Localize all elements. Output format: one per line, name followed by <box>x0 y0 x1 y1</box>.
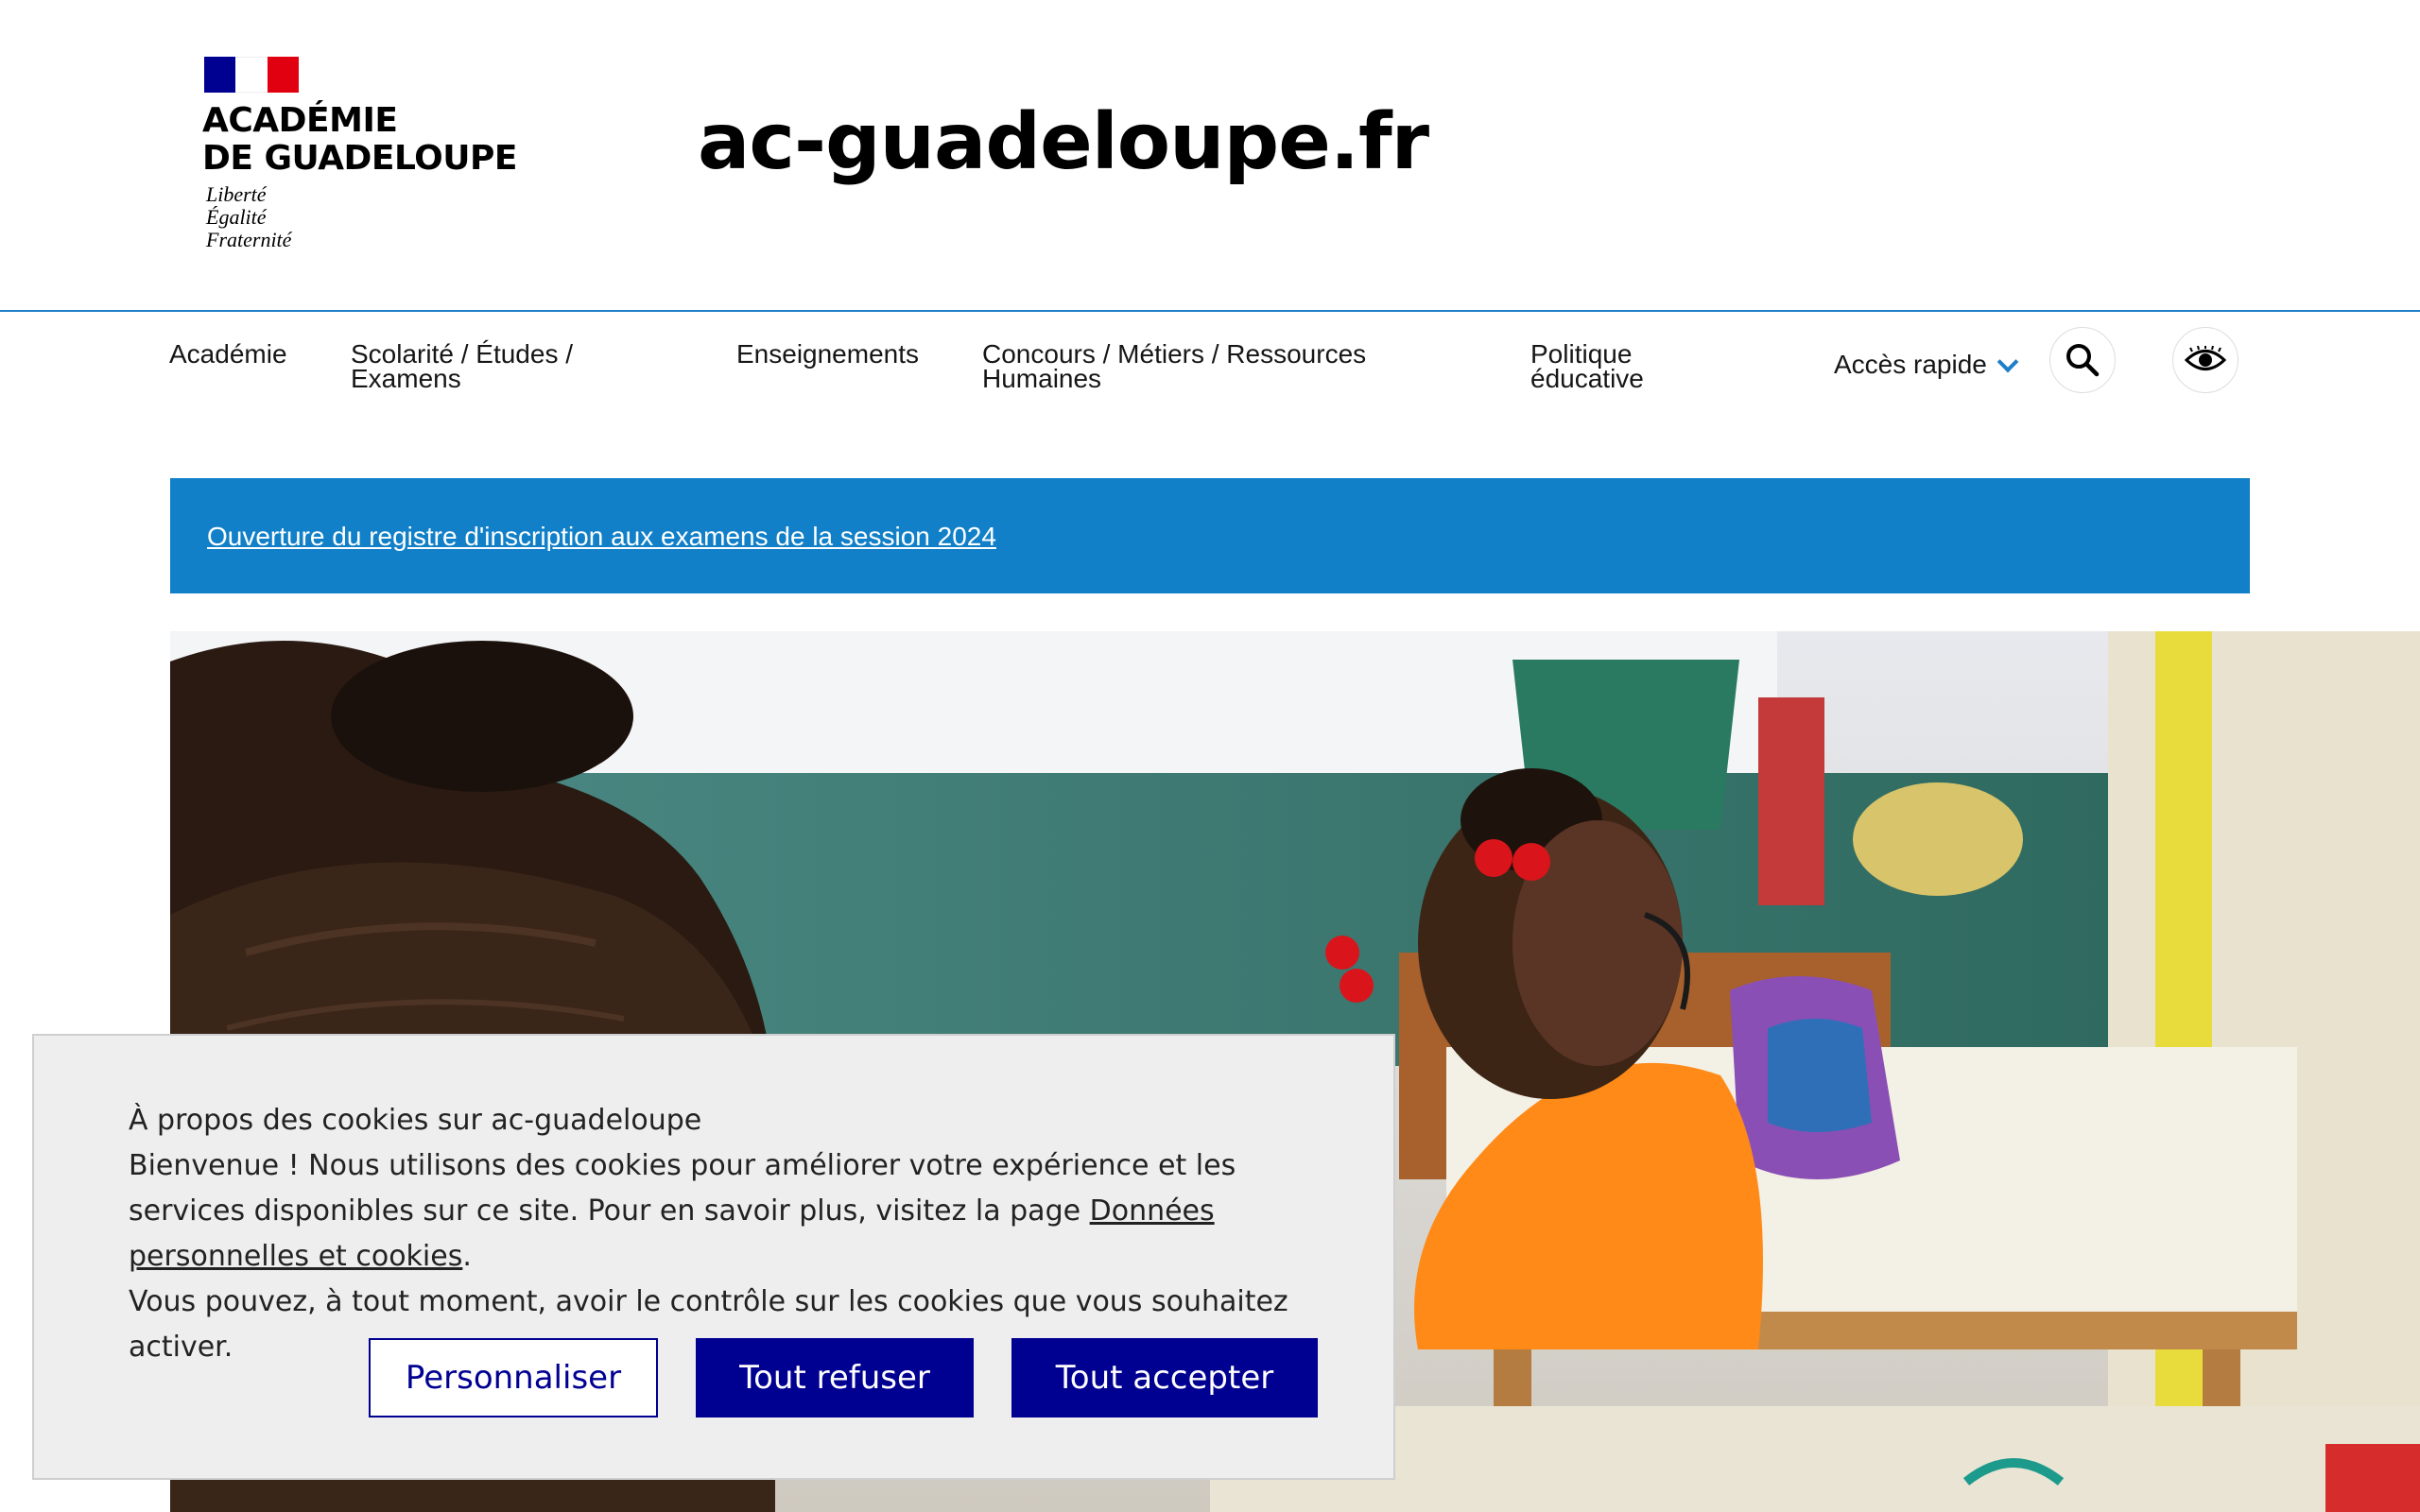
logo-name-line1: ACADÉMIE <box>202 101 398 140</box>
accessibility-button[interactable] <box>2172 327 2238 393</box>
customize-button[interactable]: Personnaliser <box>369 1338 658 1418</box>
motto-line2: Égalité <box>206 205 267 229</box>
logo-motto: Liberté Égalité Fraternité <box>206 183 291 251</box>
motto-line1: Liberté <box>206 182 267 206</box>
search-icon <box>2066 344 2100 377</box>
main-navigation: Académie Scolarité / Études / Examens En… <box>0 314 2420 418</box>
nav-item-label-line2: Examens <box>351 364 461 393</box>
cookie-text: À propos des cookies sur ac-guadeloupe B… <box>129 1098 1320 1370</box>
nav-item-label: Enseignements <box>736 339 920 369</box>
nav-item-label-line2: Humaines <box>982 364 1102 393</box>
site-header: ACADÉMIE DE GUADELOUPE Liberté Égalité F… <box>0 0 2420 312</box>
nav-item-academie[interactable]: Académie <box>169 339 287 369</box>
logo-name: ACADÉMIE DE GUADELOUPE <box>202 101 518 178</box>
eye-icon <box>2185 346 2226 370</box>
cookie-consent-dialog: À propos des cookies sur ac-guadeloupe B… <box>32 1034 1395 1480</box>
banner-link[interactable]: Ouverture du registre d'inscription aux … <box>207 522 996 552</box>
site-title[interactable]: ac-guadeloupe.fr <box>698 104 1429 181</box>
info-banner: Ouverture du registre d'inscription aux … <box>170 478 2250 593</box>
nav-item-label-line2: éducative <box>1530 364 1644 393</box>
refuse-all-button[interactable]: Tout refuser <box>696 1338 974 1418</box>
chevron-down-icon <box>1996 351 2019 373</box>
nav-item-label: Académie <box>169 339 287 369</box>
quick-access-label: Accès rapide <box>1834 350 1987 379</box>
search-button[interactable] <box>2049 327 2116 393</box>
cookie-body: Bienvenue ! Nous utilisons des cookies p… <box>129 1143 1320 1280</box>
academy-logo[interactable]: ACADÉMIE DE GUADELOUPE Liberté Égalité F… <box>202 55 524 263</box>
motto-line3: Fraternité <box>206 228 292 251</box>
quick-access-dropdown[interactable]: Accès rapide <box>1834 350 2019 380</box>
marianne-flag-icon <box>204 57 299 93</box>
logo-name-line2: DE GUADELOUPE <box>202 139 518 178</box>
cookie-title: À propos des cookies sur ac-guadeloupe <box>129 1104 702 1137</box>
accept-all-button[interactable]: Tout accepter <box>1011 1338 1318 1418</box>
cookie-body-text: Bienvenue ! Nous utilisons des cookies p… <box>129 1149 1236 1228</box>
nav-item-concours[interactable]: Concours / Métiers / Ressources Humaines <box>982 341 1366 393</box>
cookie-body-end: . <box>462 1240 472 1273</box>
nav-item-scolarite[interactable]: Scolarité / Études / Examens <box>351 341 573 393</box>
nav-item-politique[interactable]: Politique éducative <box>1530 341 1644 393</box>
nav-item-enseignements[interactable]: Enseignements <box>736 339 920 369</box>
